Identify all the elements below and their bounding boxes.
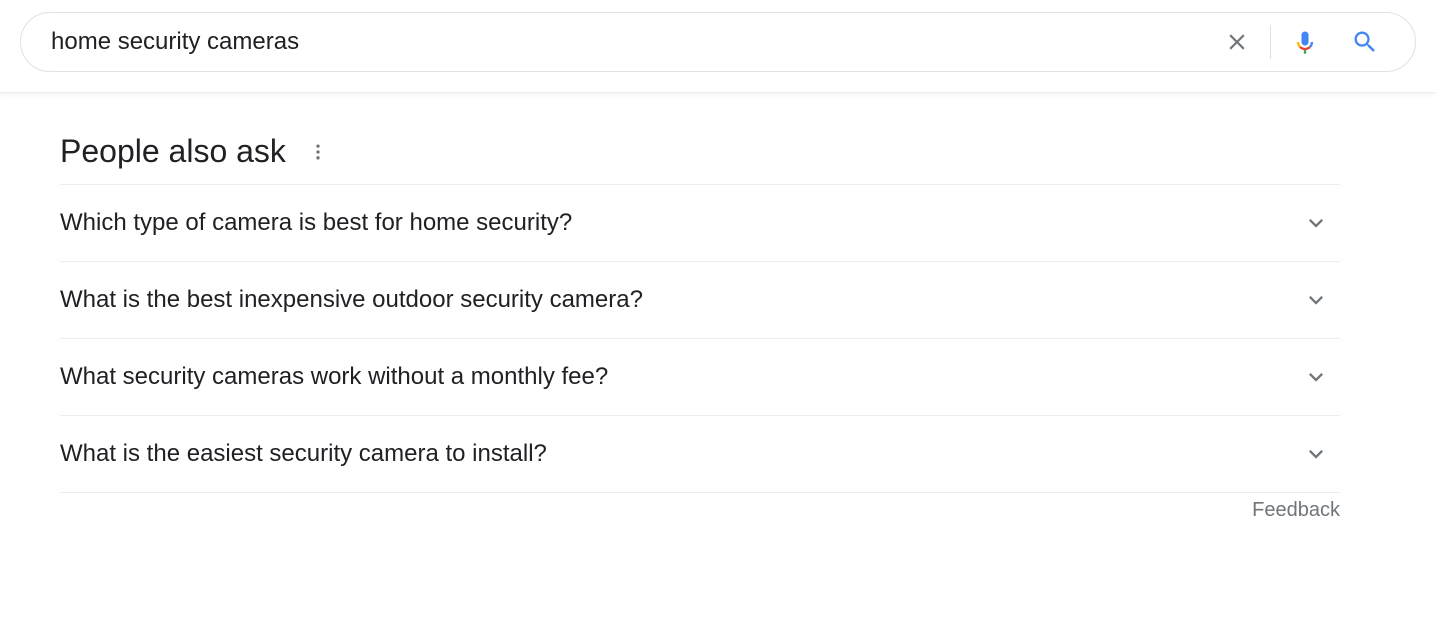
people-also-ask-list: Which type of camera is best for home se… — [60, 184, 1340, 493]
paa-question-item[interactable]: What is the easiest security camera to i… — [60, 416, 1340, 493]
search-button[interactable] — [1335, 22, 1395, 62]
paa-question-item[interactable]: What security cameras work without a mon… — [60, 339, 1340, 416]
people-also-ask-title: People also ask — [60, 133, 286, 170]
paa-question-item[interactable]: Which type of camera is best for home se… — [60, 185, 1340, 262]
results-content: People also ask Which type of camera is … — [0, 93, 1400, 522]
feedback-row: Feedback — [60, 493, 1340, 522]
paa-question-text: Which type of camera is best for home se… — [60, 209, 572, 237]
more-vertical-icon — [308, 142, 328, 162]
search-icon — [1351, 28, 1379, 56]
paa-question-text: What is the easiest security camera to i… — [60, 440, 547, 468]
search-bar — [20, 12, 1416, 72]
chevron-down-icon — [1302, 209, 1330, 237]
feedback-link[interactable]: Feedback — [1252, 499, 1340, 522]
search-bar-container — [0, 0, 1436, 93]
people-also-ask-header: People also ask — [60, 133, 1340, 184]
paa-question-item[interactable]: What is the best inexpensive outdoor sec… — [60, 262, 1340, 339]
more-options-button[interactable] — [304, 138, 332, 166]
paa-question-text: What is the best inexpensive outdoor sec… — [60, 286, 643, 314]
chevron-down-icon — [1302, 440, 1330, 468]
clear-button[interactable] — [1208, 22, 1266, 62]
paa-question-text: What security cameras work without a mon… — [60, 363, 608, 391]
chevron-down-icon — [1302, 286, 1330, 314]
microphone-icon — [1291, 28, 1319, 56]
voice-search-button[interactable] — [1275, 22, 1335, 62]
search-input[interactable] — [51, 28, 1208, 56]
chevron-down-icon — [1302, 363, 1330, 391]
search-icons-group — [1208, 22, 1395, 62]
close-icon — [1224, 29, 1250, 55]
divider — [1270, 25, 1271, 59]
